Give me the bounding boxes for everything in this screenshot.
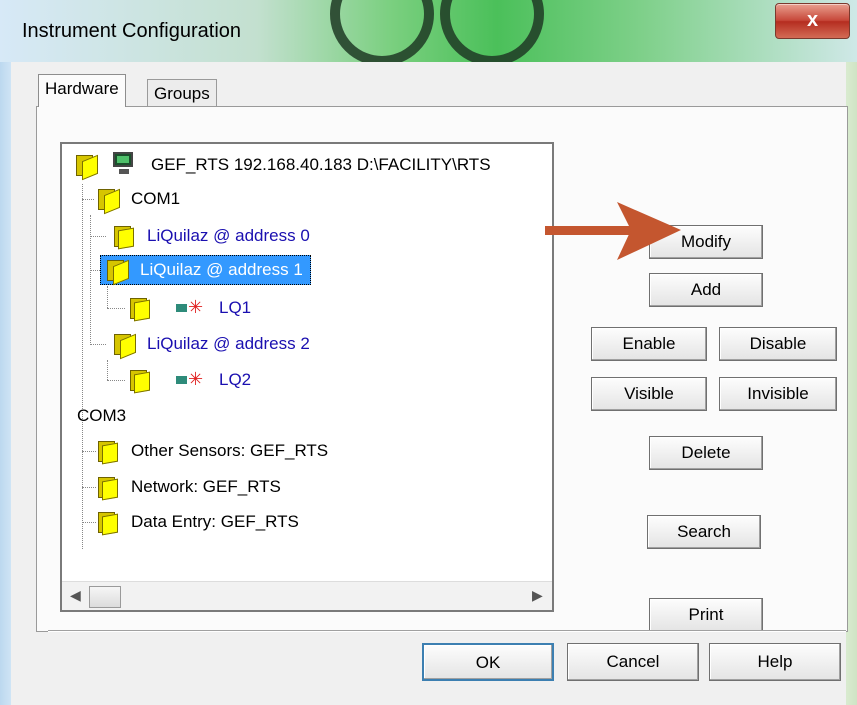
enable-button[interactable]: Enable [591, 327, 707, 361]
folder-icon [96, 476, 118, 501]
tab-groups[interactable]: Groups [147, 79, 217, 108]
sensor-icon: ✳ [176, 297, 208, 318]
tree-node-label: COM1 [131, 189, 181, 208]
scroll-left-icon[interactable]: ◀ [70, 587, 81, 604]
annotation-arrow-icon [545, 202, 681, 260]
folder-open-icon [96, 188, 120, 215]
tree-node-root[interactable]: GEF_RTS 192.168.40.183 D:\FACILITY\RTS [74, 149, 494, 181]
tree-node-other-sensors[interactable]: Other Sensors: GEF_RTS [96, 435, 331, 467]
tree-line [82, 451, 96, 452]
invisible-button[interactable]: Invisible [719, 377, 837, 411]
hardware-tree-view[interactable]: GEF_RTS 192.168.40.183 D:\FACILITY\RTS C… [60, 142, 554, 612]
computer-icon [112, 152, 136, 178]
sensor-icon: ✳ [176, 369, 208, 390]
tree-node-label: LQ2 [219, 370, 252, 389]
tree-node-label: LiQuilaz @ address 2 [147, 334, 310, 353]
close-button[interactable]: x [775, 3, 850, 39]
tree-node-address-1[interactable]: LiQuilaz @ address 1 [100, 254, 311, 286]
tree-node-address-2[interactable]: LiQuilaz @ address 2 [112, 328, 313, 360]
tree-node-lq2[interactable]: ✳ LQ2 [128, 364, 254, 396]
tree-node-com3[interactable]: COM3 [74, 400, 129, 432]
folder-icon [128, 297, 150, 322]
tree-line [107, 360, 108, 380]
button-separator [48, 630, 846, 632]
tree-line [82, 522, 96, 523]
disable-button[interactable]: Disable [719, 327, 837, 361]
window-title: Instrument Configuration [22, 20, 242, 42]
tree-node-label: Network: GEF_RTS [131, 477, 281, 496]
tree-line [90, 344, 106, 345]
hardware-tab-panel: GEF_RTS 192.168.40.183 D:\FACILITY\RTS C… [36, 106, 848, 632]
tree-node-label: LQ1 [219, 298, 252, 317]
tree-line [82, 487, 96, 488]
folder-icon [96, 440, 118, 465]
tree-node-address-0[interactable]: LiQuilaz @ address 0 [112, 220, 313, 252]
tree-line [82, 199, 94, 200]
horizontal-scrollbar[interactable]: ◀ ▶ [62, 581, 552, 610]
help-button[interactable]: Help [709, 643, 841, 681]
tree-line [107, 308, 125, 309]
title-bar: Instrument Configuration x [0, 0, 857, 66]
window-frame-left [0, 62, 11, 705]
instrument-configuration-dialog: Instrument Configuration x Hardware Grou… [0, 0, 857, 705]
add-button[interactable]: Add [649, 273, 763, 307]
folder-icon [128, 369, 150, 394]
ok-button[interactable]: OK [422, 643, 554, 681]
tree-node-label: LiQuilaz @ address 1 [140, 260, 303, 279]
folder-open-icon [112, 333, 136, 360]
tree-node-com1[interactable]: COM1 [96, 183, 183, 215]
tree-line [82, 184, 83, 549]
background-decoration [330, 0, 434, 66]
tree-node-data-entry[interactable]: Data Entry: GEF_RTS [96, 506, 302, 538]
tree-node-label: Data Entry: GEF_RTS [131, 512, 299, 531]
tree-node-lq1[interactable]: ✳ LQ1 [128, 292, 254, 324]
selection-highlight: LiQuilaz @ address 1 [100, 255, 311, 286]
search-button[interactable]: Search [647, 515, 761, 549]
tree-node-network[interactable]: Network: GEF_RTS [96, 471, 284, 503]
delete-button[interactable]: Delete [649, 436, 763, 470]
scroll-right-icon[interactable]: ▶ [532, 587, 543, 604]
tree-line [107, 380, 125, 381]
folder-open-icon [105, 259, 129, 286]
folder-open-icon [74, 154, 98, 181]
tree-node-label: Other Sensors: GEF_RTS [131, 441, 329, 460]
folder-icon [112, 225, 134, 250]
tree-node-label: COM3 [77, 406, 127, 425]
background-decoration [440, 0, 544, 66]
tree-line [90, 236, 106, 237]
visible-button[interactable]: Visible [591, 377, 707, 411]
scrollbar-thumb[interactable] [89, 586, 121, 608]
print-button[interactable]: Print [649, 598, 763, 632]
tree-line [107, 286, 108, 308]
tree-node-label: LiQuilaz @ address 0 [147, 226, 310, 245]
tree-line [90, 215, 91, 345]
cancel-button[interactable]: Cancel [567, 643, 699, 681]
tab-hardware[interactable]: Hardware [38, 74, 126, 107]
folder-icon [96, 511, 118, 536]
dialog-client-area: Hardware Groups GEF_RTS 192.168.40.183 D… [11, 62, 848, 705]
tree-node-label: GEF_RTS 192.168.40.183 D:\FACILITY\RTS [151, 155, 491, 174]
